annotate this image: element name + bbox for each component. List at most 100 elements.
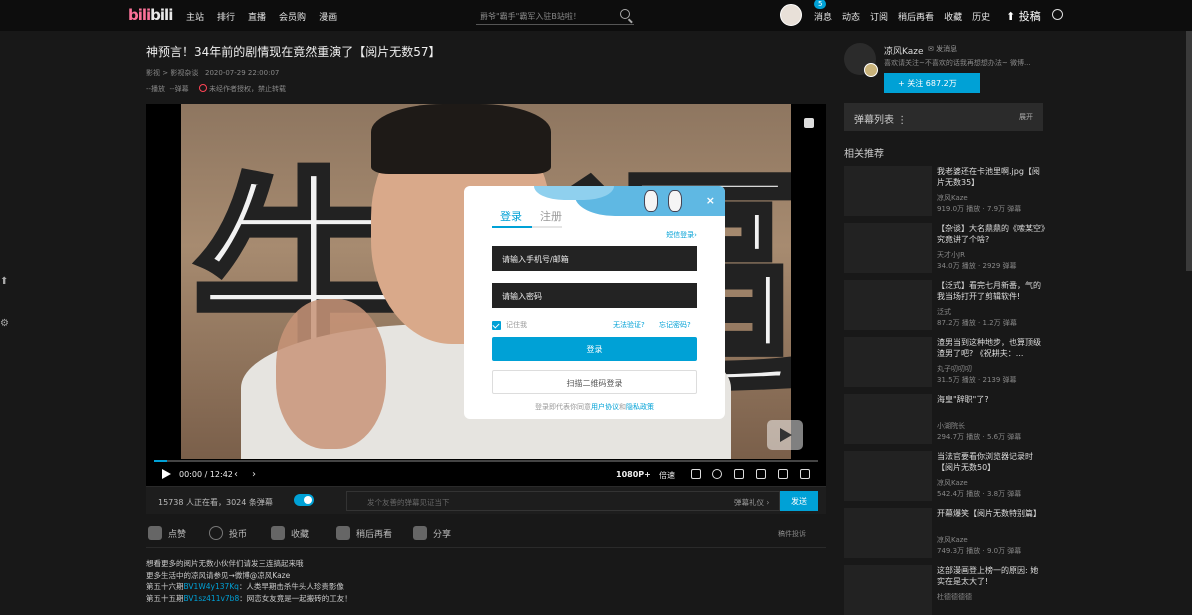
nav-messages[interactable]: 消息: [814, 10, 832, 23]
nav-manga[interactable]: 漫画: [319, 10, 337, 23]
qr-login-button[interactable]: 扫描二维码登录: [492, 370, 697, 394]
speed-select[interactable]: 倍速: [659, 470, 675, 481]
coin-button[interactable]: 投币: [209, 526, 247, 540]
related-author[interactable]: 凉风Kaze: [937, 193, 968, 203]
big-play-icon[interactable]: [767, 420, 803, 450]
follow-button[interactable]: + 关注 687.2万: [884, 73, 980, 93]
danmaku-list-header[interactable]: 弹幕列表 ⋮ 展开: [844, 103, 1043, 131]
tab-login[interactable]: 登录: [500, 208, 522, 224]
close-icon[interactable]: ×: [706, 194, 715, 207]
related-thumbnail[interactable]: [844, 451, 932, 501]
favorite-button[interactable]: 收藏: [271, 526, 309, 540]
related-title[interactable]: 当法官要看你浏览器记录时【阅片无数50】: [937, 451, 1045, 474]
related-thumbnail[interactable]: [844, 337, 932, 387]
related-item[interactable]: 开幕爆笑【阅片无数特别篇】 凉风Kaze 749.3万 播放 · 9.0万 弹幕: [844, 508, 1044, 558]
user-avatar[interactable]: [780, 4, 802, 26]
video-title: 神预言！34年前的剧情现在竟然重演了【阅片无数57】: [146, 45, 441, 59]
like-button[interactable]: 点赞: [148, 526, 186, 540]
related-item[interactable]: 渣男当到这种地步，也算顶级渣男了吧? 《祝耕夫：... 丸子叨叨叨 31.5万 播放…: [844, 337, 1044, 387]
web-fullscreen-icon[interactable]: [778, 469, 788, 479]
password-field[interactable]: 请输入密码: [492, 283, 697, 308]
danmaku-etiquette-link[interactable]: 弹幕礼仪 ›: [734, 497, 769, 508]
sms-login-link[interactable]: 短信登录›: [666, 230, 697, 240]
related-author[interactable]: 天才小JR: [937, 250, 965, 260]
related-author[interactable]: 丸子叨叨叨: [937, 364, 972, 374]
search-input[interactable]: 爵爷"霸手"霸军入驻B站啦！: [476, 6, 634, 25]
theme-toggle-icon[interactable]: [1052, 9, 1063, 20]
related-title[interactable]: 渣男当到这种地步，也算顶级渣男了吧? 《祝耕夫：...: [937, 337, 1045, 360]
bv-link[interactable]: BV1sz411v7b8: [184, 594, 240, 603]
related-author[interactable]: 小湖院长: [937, 421, 965, 431]
play-icon[interactable]: [162, 469, 171, 479]
nav-subscribe[interactable]: 订阅: [870, 10, 888, 23]
related-author[interactable]: 泛式: [937, 307, 951, 317]
send-danmaku-button[interactable]: 发送: [780, 491, 818, 511]
danmaku-input[interactable]: 发个友善的弹幕见证当下: [346, 491, 780, 511]
expand-button[interactable]: 展开: [1019, 112, 1033, 122]
settings-icon[interactable]: [712, 469, 722, 479]
search-icon[interactable]: [620, 9, 630, 19]
pip-icon[interactable]: [734, 469, 744, 479]
related-author[interactable]: 凉风Kaze: [937, 535, 968, 545]
related-item[interactable]: 【杂谈】大名鼎鼎的《嗦某空》究竟讲了个啥? 天才小JR 34.0万 播放 · 292…: [844, 223, 1045, 273]
scrollbar[interactable]: [1186, 31, 1192, 271]
related-thumbnail[interactable]: [844, 565, 932, 615]
send-message-link[interactable]: ✉ 发消息: [928, 44, 957, 54]
remember-checkbox[interactable]: [492, 320, 501, 330]
related-item[interactable]: 当法官要看你浏览器记录时【阅片无数50】 凉风Kaze 542.4万 播放 · 3.…: [844, 451, 1044, 501]
danmaku-toggle[interactable]: [294, 494, 314, 506]
login-button[interactable]: 登录: [492, 337, 697, 361]
next-icon[interactable]: ›: [252, 469, 256, 480]
bilibili-logo[interactable]: bilibili: [128, 6, 173, 24]
username-field[interactable]: 请输入手机号/邮箱: [492, 246, 697, 271]
danmaku-settings-icon[interactable]: [804, 118, 814, 128]
tab-register[interactable]: 注册: [540, 208, 562, 224]
related-thumbnail[interactable]: [844, 280, 932, 330]
share-button[interactable]: 分享: [413, 526, 451, 540]
remember-me[interactable]: 记住我: [492, 320, 527, 330]
nav-history[interactable]: 历史: [972, 10, 990, 23]
related-title[interactable]: 我老婆还在卡池里啊.jpg【阅片无数35】: [937, 166, 1045, 189]
upload-button[interactable]: ⬆ 投稿: [1006, 8, 1041, 24]
uploader-avatar[interactable]: [844, 43, 878, 77]
related-item[interactable]: 【泛式】看完七月新番，气的我当场打开了剪辑软件! 泛式 87.2万 播放 · 1.2…: [844, 280, 1044, 330]
nav-dynamic[interactable]: 动态: [842, 10, 860, 23]
related-author[interactable]: 凉风Kaze: [937, 478, 968, 488]
watch-later-button[interactable]: 稍后再看: [336, 526, 392, 540]
prev-icon[interactable]: ‹: [234, 469, 238, 480]
user-agreement-link[interactable]: 用户协议: [591, 403, 619, 411]
related-thumbnail[interactable]: [844, 394, 932, 444]
progress-bar[interactable]: [154, 460, 818, 462]
video-category[interactable]: 影视 > 影视杂谈: [146, 69, 198, 77]
widescreen-icon[interactable]: [756, 469, 766, 479]
side-settings-icon[interactable]: ⚙: [0, 318, 9, 329]
quality-select[interactable]: 1080P+: [616, 470, 651, 479]
bv-link[interactable]: BV1W4y137Kq: [184, 582, 239, 591]
forgot-password-link[interactable]: 忘记密码?: [659, 320, 691, 330]
side-upload-icon[interactable]: ⬆: [0, 276, 8, 287]
privacy-policy-link[interactable]: 隐私政策: [626, 403, 654, 411]
related-item[interactable]: 我老婆还在卡池里啊.jpg【阅片无数35】 凉风Kaze 919.0万 播放 · 7…: [844, 166, 1044, 216]
related-item[interactable]: 海皇"辞职"了? 小湖院长 294.7万 播放 · 5.6万 弹幕: [844, 394, 1044, 444]
related-thumbnail[interactable]: [844, 508, 932, 558]
report-link[interactable]: 稿件投诉: [778, 529, 806, 539]
related-title[interactable]: 【杂谈】大名鼎鼎的《嗦某空》究竟讲了个啥?: [937, 223, 1045, 246]
nav-live[interactable]: 直播: [248, 10, 266, 23]
nav-home[interactable]: 主站: [186, 10, 204, 23]
fullscreen-icon[interactable]: [800, 469, 810, 479]
cant-verify-link[interactable]: 无法验证?: [613, 320, 645, 330]
uploader-name[interactable]: 凉风Kaze: [884, 44, 924, 57]
related-item[interactable]: 这部漫画登上榜一的原因: 她实在是太大了! 杜德德德德: [844, 565, 1044, 615]
nav-favorites[interactable]: 收藏: [944, 10, 962, 23]
volume-icon[interactable]: [691, 469, 701, 479]
related-title[interactable]: 【泛式】看完七月新番，气的我当场打开了剪辑软件!: [937, 280, 1045, 303]
related-author[interactable]: 杜德德德德: [937, 592, 972, 602]
related-title[interactable]: 开幕爆笑【阅片无数特别篇】: [937, 508, 1045, 531]
nav-watch-later[interactable]: 稍后再看: [898, 10, 934, 23]
related-title[interactable]: 海皇"辞职"了?: [937, 394, 1045, 417]
related-title[interactable]: 这部漫画登上榜一的原因: 她实在是太大了!: [937, 565, 1045, 588]
related-thumbnail[interactable]: [844, 166, 932, 216]
related-thumbnail[interactable]: [844, 223, 932, 273]
nav-ranking[interactable]: 排行: [217, 10, 235, 23]
nav-shop[interactable]: 会员购: [279, 10, 306, 23]
